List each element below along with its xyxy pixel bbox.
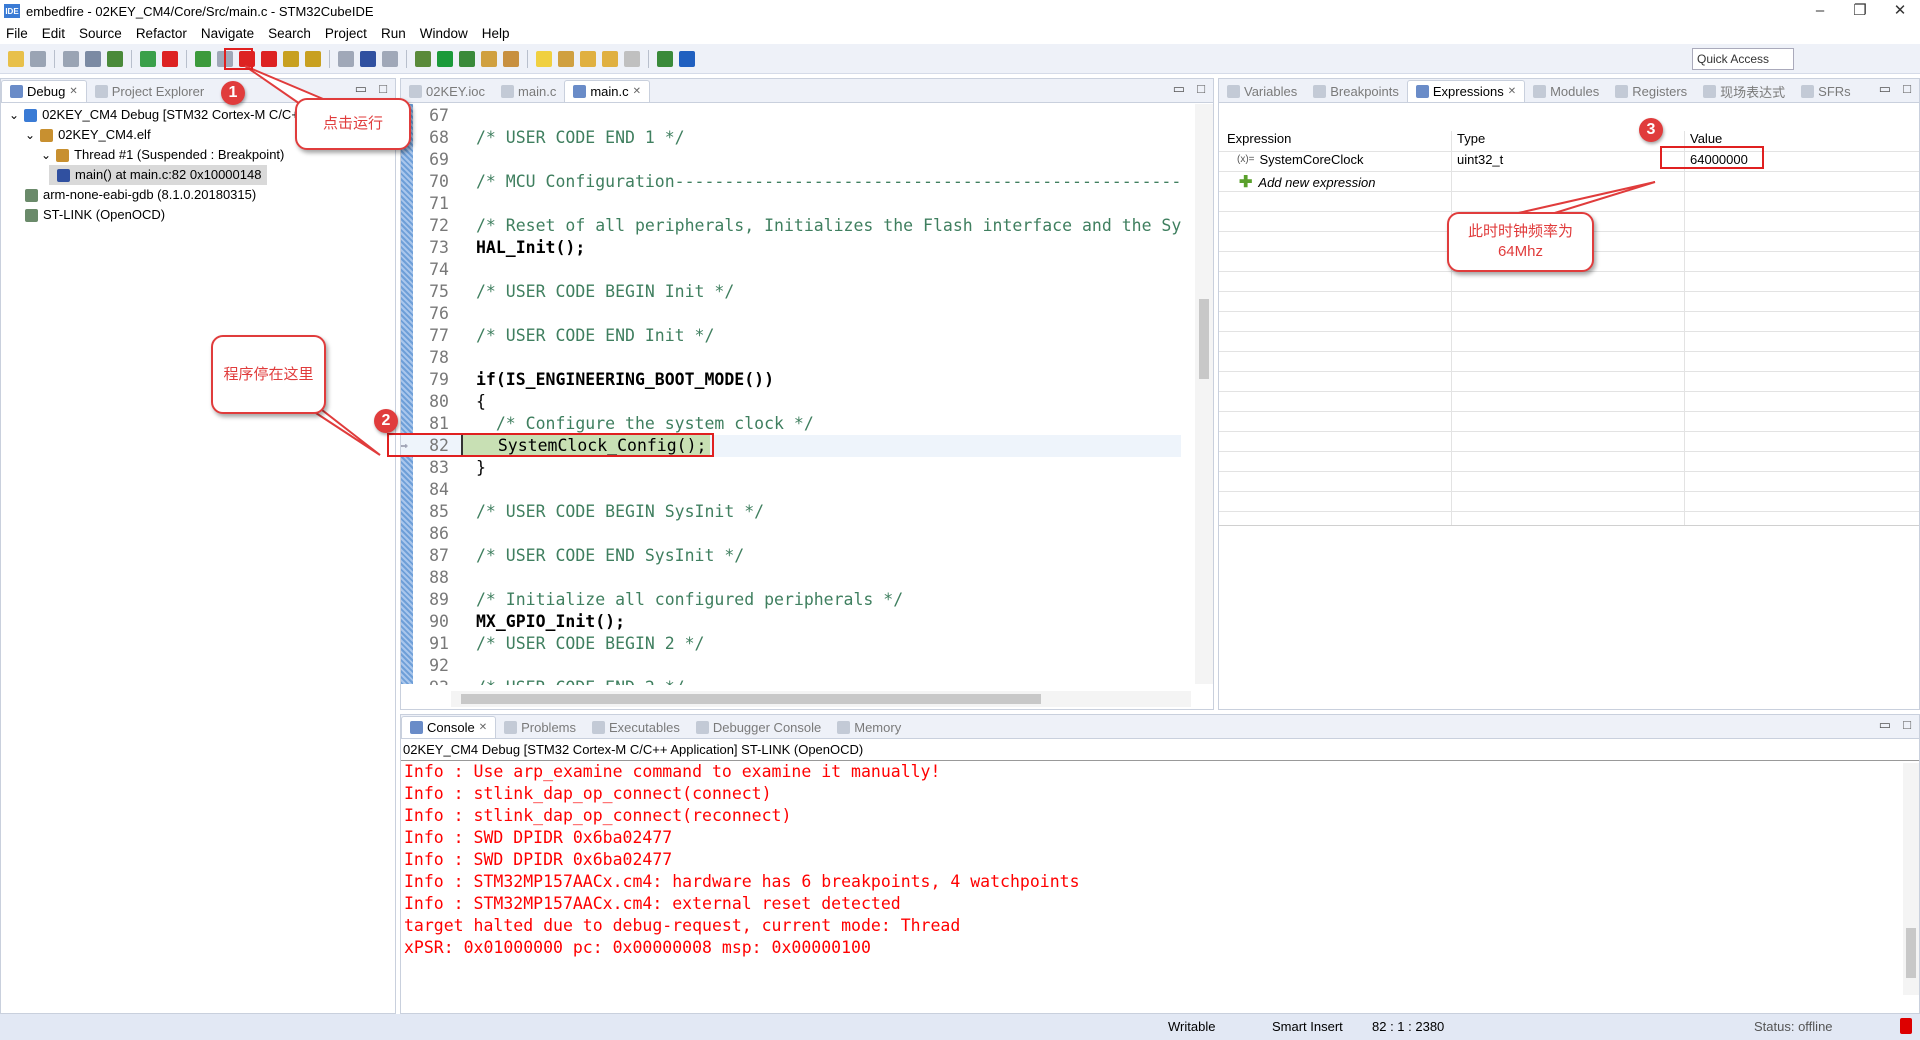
current-line-highlight <box>387 433 714 457</box>
callout-3: 此时时钟频率为 64Mhz <box>1447 212 1594 272</box>
value-highlight <box>1660 146 1764 169</box>
annotation-pointers <box>244 65 1656 456</box>
run-button-highlight <box>224 48 253 70</box>
callout-1: 点击运行 <box>295 98 411 150</box>
annotation-badge-1: 1 <box>221 81 245 105</box>
callout-3-pointer <box>1504 181 1656 217</box>
callout-2: 程序停在这里 <box>211 335 326 414</box>
annotation-badge-2: 2 <box>374 409 398 433</box>
annotation-badge-3: 3 <box>1639 118 1663 142</box>
